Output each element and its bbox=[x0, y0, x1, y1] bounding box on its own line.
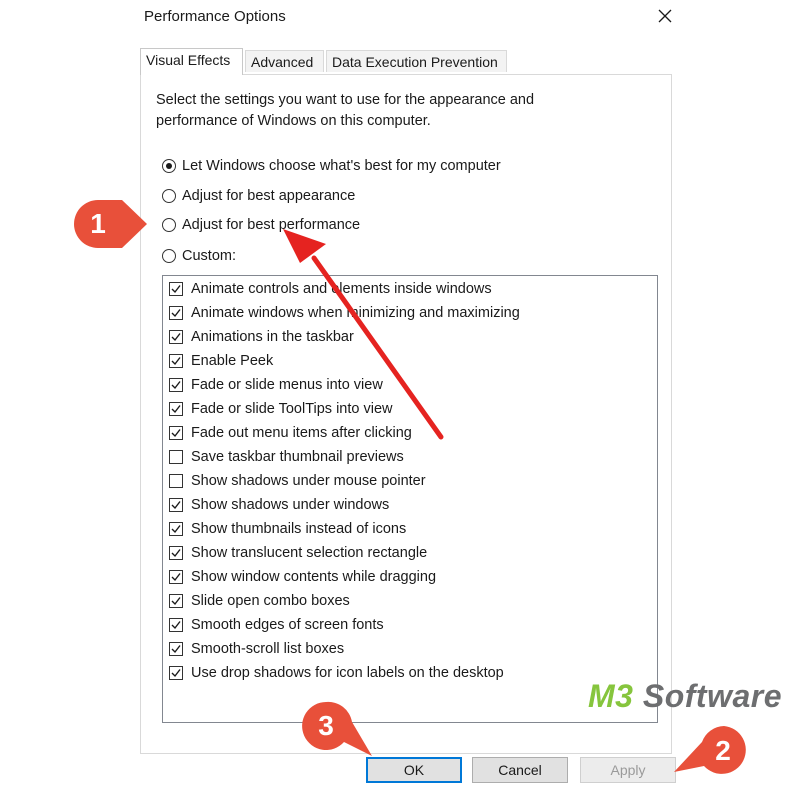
step-number: 1 bbox=[90, 208, 106, 239]
radio-indicator bbox=[162, 249, 176, 263]
step-number: 2 bbox=[715, 735, 731, 766]
cancel-button[interactable]: Cancel bbox=[472, 757, 568, 783]
tab-data-execution-prevention[interactable]: Data Execution Prevention bbox=[326, 50, 507, 72]
step-badge-3: 3 bbox=[300, 700, 372, 756]
effect-label: Animations in the taskbar bbox=[191, 329, 354, 345]
effect-label: Smooth edges of screen fonts bbox=[191, 617, 384, 633]
radio-label: Let Windows choose what's best for my co… bbox=[182, 158, 501, 174]
effect-checkbox-item[interactable]: Animations in the taskbar bbox=[169, 326, 354, 348]
checkbox-checked-icon bbox=[169, 570, 183, 584]
m3-software-watermark: M3 Software bbox=[588, 678, 782, 715]
effect-checkbox-item[interactable]: Slide open combo boxes bbox=[169, 590, 350, 612]
checkbox-checked-icon bbox=[169, 546, 183, 560]
checkbox-checked-icon bbox=[169, 354, 183, 368]
radio-let-windows-choose[interactable]: Let Windows choose what's best for my co… bbox=[162, 156, 501, 176]
window-title: Performance Options bbox=[144, 8, 286, 25]
effect-checkbox-item[interactable]: Fade or slide menus into view bbox=[169, 374, 383, 396]
effect-label: Animate controls and elements inside win… bbox=[191, 281, 492, 297]
effect-checkbox-item[interactable]: Enable Peek bbox=[169, 350, 273, 372]
effect-label: Animate windows when minimizing and maxi… bbox=[191, 305, 520, 321]
effect-checkbox-item[interactable]: Smooth-scroll list boxes bbox=[169, 638, 344, 660]
radio-label: Adjust for best appearance bbox=[182, 188, 356, 204]
radio-label: Custom: bbox=[182, 248, 236, 264]
step-number: 3 bbox=[318, 710, 334, 741]
effect-label: Show shadows under mouse pointer bbox=[191, 473, 426, 489]
checkbox-checked-icon bbox=[169, 306, 183, 320]
effect-label: Save taskbar thumbnail previews bbox=[191, 449, 404, 465]
ok-button[interactable]: OK bbox=[366, 757, 462, 783]
checkbox-checked-icon bbox=[169, 594, 183, 608]
radio-label: Adjust for best performance bbox=[182, 217, 361, 233]
checkbox-checked-icon bbox=[169, 666, 183, 680]
checkbox-unchecked-icon bbox=[169, 474, 183, 488]
radio-custom[interactable]: Custom: bbox=[162, 246, 236, 266]
effect-checkbox-item[interactable]: Show translucent selection rectangle bbox=[169, 542, 427, 564]
effect-checkbox-item[interactable]: Fade out menu items after clicking bbox=[169, 422, 412, 444]
performance-options-dialog: Performance Options Visual Effects Advan… bbox=[134, 0, 679, 785]
effect-label: Fade out menu items after clicking bbox=[191, 425, 412, 441]
effect-label: Fade or slide menus into view bbox=[191, 377, 383, 393]
watermark-part2: Software bbox=[633, 678, 782, 714]
checkbox-checked-icon bbox=[169, 426, 183, 440]
checkbox-checked-icon bbox=[169, 522, 183, 536]
effect-label: Show window contents while dragging bbox=[191, 569, 437, 585]
tab-advanced[interactable]: Advanced bbox=[245, 50, 324, 72]
effect-checkbox-item[interactable]: Show thumbnails instead of icons bbox=[169, 518, 406, 540]
effect-checkbox-item[interactable]: Show shadows under mouse pointer bbox=[169, 470, 426, 492]
radio-best-appearance[interactable]: Adjust for best appearance bbox=[162, 186, 355, 206]
effect-checkbox-item[interactable]: Fade or slide ToolTips into view bbox=[169, 398, 393, 420]
watermark-part1: M3 bbox=[588, 678, 634, 714]
effect-label: Use drop shadows for icon labels on the … bbox=[191, 665, 504, 681]
effect-label: Show shadows under windows bbox=[191, 497, 390, 513]
effect-checkbox-item[interactable]: Show shadows under windows bbox=[169, 494, 389, 516]
effect-checkbox-item[interactable]: Smooth edges of screen fonts bbox=[169, 614, 384, 636]
close-button[interactable] bbox=[652, 3, 678, 29]
apply-button[interactable]: Apply bbox=[580, 757, 676, 783]
step-badge-2: 2 bbox=[672, 722, 746, 774]
checkbox-checked-icon bbox=[169, 642, 183, 656]
effects-listbox[interactable]: Animate controls and elements inside win… bbox=[162, 275, 658, 723]
effect-label: Enable Peek bbox=[191, 353, 274, 369]
effect-label: Fade or slide ToolTips into view bbox=[191, 401, 393, 417]
checkbox-checked-icon bbox=[169, 498, 183, 512]
effect-checkbox-item[interactable]: Animate controls and elements inside win… bbox=[169, 278, 492, 300]
radio-indicator bbox=[162, 218, 176, 232]
tab-visual-effects[interactable]: Visual Effects bbox=[140, 48, 243, 75]
description-text: Select the settings you want to use for … bbox=[156, 92, 535, 129]
checkbox-checked-icon bbox=[169, 282, 183, 296]
effect-checkbox-item[interactable]: Use drop shadows for icon labels on the … bbox=[169, 662, 504, 684]
effect-label: Slide open combo boxes bbox=[191, 593, 350, 609]
radio-indicator bbox=[162, 189, 176, 203]
close-icon bbox=[658, 9, 672, 23]
step-badge-1: 1 bbox=[72, 198, 147, 248]
effect-label: Show thumbnails instead of icons bbox=[191, 521, 407, 537]
radio-best-performance[interactable]: Adjust for best performance bbox=[162, 215, 360, 235]
effect-checkbox-item[interactable]: Animate windows when minimizing and maxi… bbox=[169, 302, 520, 324]
checkbox-unchecked-icon bbox=[169, 450, 183, 464]
effect-label: Smooth-scroll list boxes bbox=[191, 641, 345, 657]
radio-indicator bbox=[162, 159, 176, 173]
effect-label: Show translucent selection rectangle bbox=[191, 545, 428, 561]
checkbox-checked-icon bbox=[169, 378, 183, 392]
checkbox-checked-icon bbox=[169, 330, 183, 344]
effect-checkbox-item[interactable]: Save taskbar thumbnail previews bbox=[169, 446, 404, 468]
checkbox-checked-icon bbox=[169, 618, 183, 632]
checkbox-checked-icon bbox=[169, 402, 183, 416]
effect-checkbox-item[interactable]: Show window contents while dragging bbox=[169, 566, 436, 588]
